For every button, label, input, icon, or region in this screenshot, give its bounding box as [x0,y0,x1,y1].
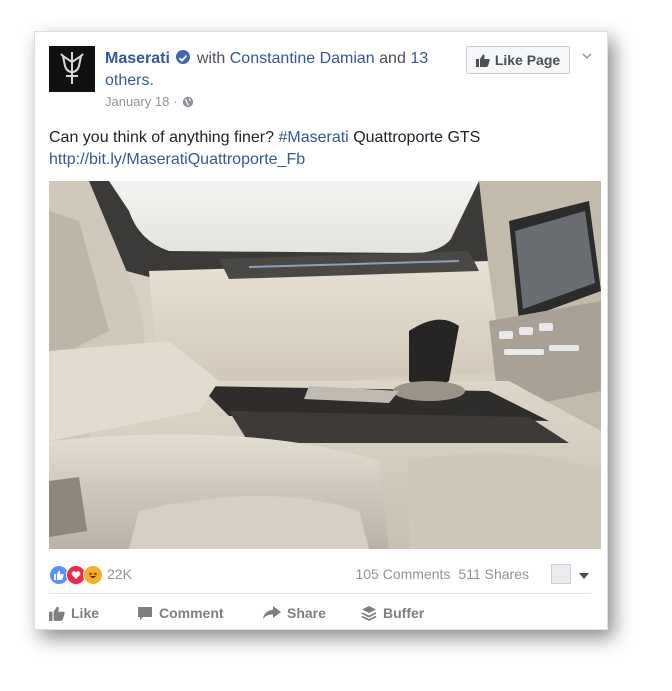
post-meta: January 18 · [105,94,194,109]
reaction-icons[interactable] [49,565,103,585]
shares-count-link[interactable]: 511 Shares [458,566,529,582]
maserati-trident-logo [60,52,84,84]
comment-share-counts: 105 Comments 511 Shares [355,566,529,582]
like-button[interactable]: Like [49,600,137,626]
hashtag-link[interactable]: #Maserati [278,129,348,146]
like-label: Like [71,605,100,621]
comments-count-link[interactable]: 105 Comments [355,566,450,582]
share-label: Share [287,605,326,621]
like-page-button[interactable]: Like Page [466,46,570,74]
buffer-button[interactable]: Buffer [361,600,424,626]
comment-label: Comment [159,605,224,621]
post-message: Can you think of anything finer? #Masera… [49,127,589,171]
globe-icon [182,96,193,107]
haha-reaction-icon [83,565,103,585]
page-selector-caret-icon[interactable] [579,573,589,579]
page-selector-avatar-icon[interactable] [551,564,571,584]
share-button[interactable]: Share [263,600,361,626]
post-url-link[interactable]: http://bit.ly/MaseratiQuattroporte_Fb [49,151,305,168]
buffer-stack-icon [361,606,377,621]
meta-separator: · [173,94,178,109]
page-name-link[interactable]: Maserati [105,50,170,67]
actions-divider [49,593,591,594]
like-page-label: Like Page [494,52,561,68]
post-stats: 22K 105 Comments 511 Shares [49,562,591,588]
thumbs-up-icon [49,606,65,621]
comment-button[interactable]: Comment [137,600,263,626]
with-text: with [196,50,226,67]
post-photo[interactable] [49,181,601,549]
comment-icon [138,606,152,620]
car-interior-image [49,181,601,549]
and-text: and [379,50,406,67]
post-date[interactable]: January 18 [105,94,169,109]
buffer-label: Buffer [383,605,425,621]
post-text-before: Can you think of anything finer? [49,129,275,146]
verified-badge-icon [176,50,191,64]
reaction-count[interactable]: 22K [107,566,132,582]
post-actions-bar: Like Comment Share Buffer [49,600,591,626]
post-header: Maserati with Constantine Damian and 13 … [105,48,435,92]
thumbs-up-icon [475,54,490,67]
tagged-person-link[interactable]: Constantine Damian [230,50,375,67]
post-card: Maserati with Constantine Damian and 13 … [34,31,608,630]
page-avatar[interactable] [49,46,95,92]
chevron-down-icon[interactable] [581,50,593,62]
share-arrow-icon [263,606,281,619]
post-text-after: Quattroporte GTS [353,129,481,146]
